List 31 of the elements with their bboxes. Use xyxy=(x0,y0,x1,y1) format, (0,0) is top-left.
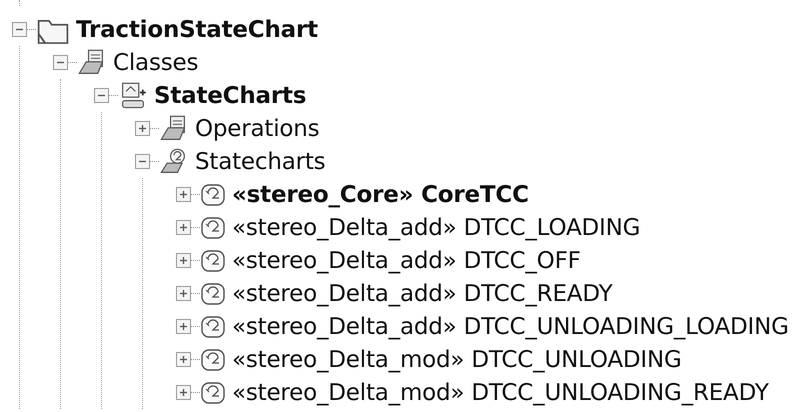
tree-item-label[interactable]: «stereo_Core» CoreTCC xyxy=(232,182,529,208)
expand-toggle[interactable] xyxy=(176,352,191,367)
statechart-icon xyxy=(200,380,226,406)
tree-item-label[interactable]: «stereo_Delta_add» DTCC_LOADING xyxy=(232,214,640,240)
tree-item-label[interactable]: Classes xyxy=(113,50,198,76)
tree-item-label[interactable]: Operations xyxy=(195,116,320,142)
statechart-icon xyxy=(200,214,226,240)
tree-item-label[interactable]: StateCharts xyxy=(154,82,306,108)
statechart-icon xyxy=(200,280,226,306)
tree-item-label[interactable]: «stereo_Delta_mod» DTCC_UNLOADING_READY xyxy=(232,380,769,406)
collapse-toggle[interactable] xyxy=(135,154,150,169)
tree-item-label[interactable]: «stereo_Delta_add» DTCC_READY xyxy=(232,280,612,306)
expand-toggle[interactable] xyxy=(135,121,150,136)
statechart-icon xyxy=(200,346,226,372)
expand-toggle[interactable] xyxy=(176,286,191,301)
tree-item-label[interactable]: TractionStateChart xyxy=(76,16,318,42)
collapse-toggle[interactable] xyxy=(94,88,109,103)
statechart-icon xyxy=(200,314,226,340)
tree-item-label[interactable]: Statecharts xyxy=(195,148,326,174)
tree-item-label[interactable]: «stereo_Delta_mod» DTCC_UNLOADING xyxy=(232,346,682,372)
expand-toggle[interactable] xyxy=(176,220,191,235)
expand-toggle[interactable] xyxy=(176,385,191,400)
statechart-icon xyxy=(200,182,226,208)
collapse-toggle[interactable] xyxy=(53,55,68,70)
statechart-icon xyxy=(200,248,226,274)
collapse-toggle[interactable] xyxy=(12,22,27,37)
expand-toggle[interactable] xyxy=(176,187,191,202)
tree-item-label[interactable]: «stereo_Delta_add» DTCC_OFF xyxy=(232,248,581,274)
expand-toggle[interactable] xyxy=(176,253,191,268)
tree-item-label[interactable]: «stereo_Delta_add» DTCC_UNLOADING_LOADING xyxy=(232,314,789,340)
expand-toggle[interactable] xyxy=(176,319,191,334)
